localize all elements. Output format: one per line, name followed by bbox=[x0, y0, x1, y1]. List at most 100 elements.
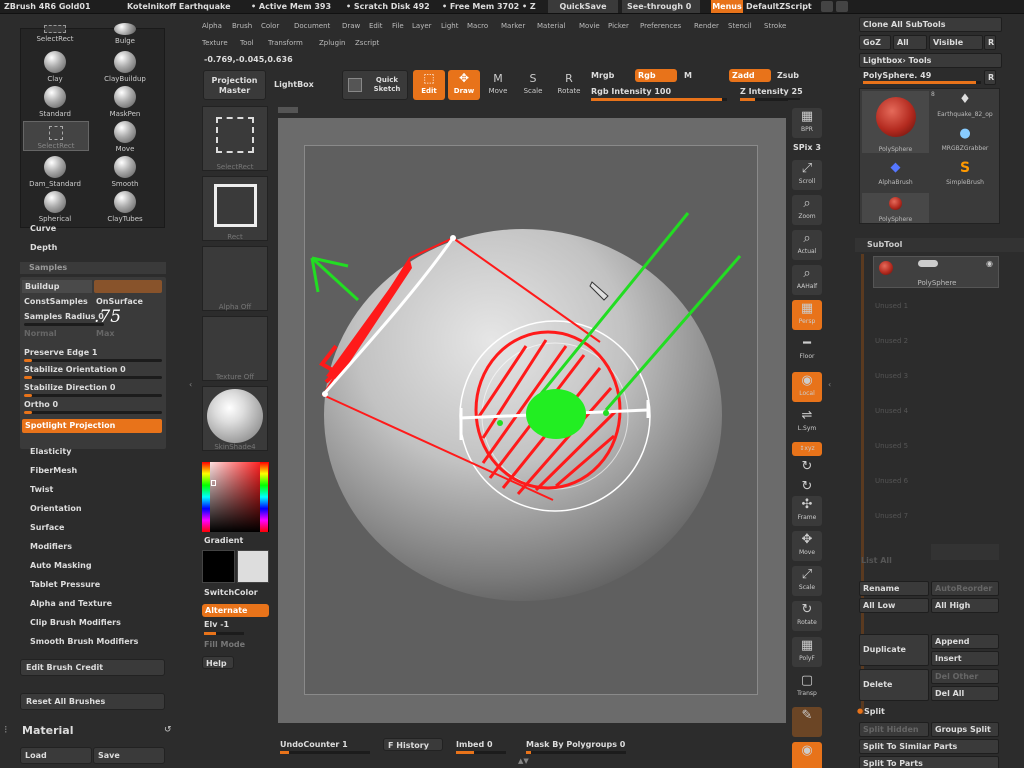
zoom-button[interactable]: ⌕ Zoom bbox=[792, 195, 822, 225]
subtool-unused-2[interactable]: Unused 2 bbox=[875, 337, 908, 345]
section-twist[interactable]: Twist bbox=[30, 485, 53, 494]
tool-thumb-alphabrush[interactable]: ◆ AlphaBrush bbox=[862, 159, 929, 189]
undo-counter-track[interactable] bbox=[280, 751, 370, 754]
rotate-mode-button[interactable]: R Rotate bbox=[554, 70, 584, 100]
eye-icon[interactable]: ◉ bbox=[986, 259, 993, 268]
menu-file[interactable]: File bbox=[392, 22, 404, 30]
spotlight-projection-button[interactable]: Spotlight Projection bbox=[22, 419, 162, 433]
clone-all-subtools-button[interactable]: Clone All SubTools bbox=[859, 17, 1002, 32]
edit-mode-button[interactable]: ⬚ Edit bbox=[413, 70, 445, 100]
section-modifiers[interactable]: Modifiers bbox=[30, 542, 72, 551]
local-button[interactable]: ◉ Local bbox=[792, 372, 822, 402]
menu-zplugin[interactable]: Zplugin bbox=[319, 39, 345, 47]
ghost-button[interactable]: ✎ bbox=[792, 707, 822, 737]
elv-slider[interactable]: Elv -1 bbox=[204, 620, 229, 629]
section-depth[interactable]: Depth bbox=[30, 243, 57, 252]
mask-polygroups-track[interactable] bbox=[526, 751, 626, 754]
stabilize-orientation-slider[interactable]: Stabilize Orientation 0 bbox=[24, 365, 126, 374]
quick-sketch-button[interactable]: Quick Sketch bbox=[342, 70, 408, 100]
split-hidden-button[interactable]: Split Hidden bbox=[859, 722, 929, 737]
switch-color-button[interactable]: SwitchColor bbox=[204, 588, 258, 597]
reset-all-brushes-button[interactable]: Reset All Brushes bbox=[20, 693, 165, 710]
rgb-intensity-track[interactable] bbox=[591, 98, 727, 101]
alternate-button[interactable]: Alternate bbox=[202, 604, 269, 617]
imbed-slider[interactable]: Imbed 0 bbox=[456, 740, 493, 749]
scale-mode-button[interactable]: S Scale bbox=[518, 70, 548, 100]
palette-popout-icon[interactable]: ↺ bbox=[164, 725, 172, 735]
subtool-unused-7[interactable]: Unused 7 bbox=[875, 512, 908, 520]
tool-thumb-polysphere-main[interactable]: PolySphere bbox=[862, 91, 929, 153]
section-alpha-texture[interactable]: Alpha and Texture bbox=[30, 599, 112, 608]
section-fibermesh[interactable]: FiberMesh bbox=[30, 466, 77, 475]
undo-counter-slider[interactable]: UndoCounter 1 bbox=[280, 740, 348, 749]
actual-button[interactable]: ⌕ Actual bbox=[792, 230, 822, 260]
minimize-icon[interactable] bbox=[821, 1, 833, 12]
section-auto-masking[interactable]: Auto Masking bbox=[30, 561, 92, 570]
xyz-rotation-button[interactable]: ↕xyz bbox=[792, 442, 822, 456]
buildup-button[interactable]: Buildup bbox=[22, 280, 92, 293]
stroke-thumb[interactable]: Rect bbox=[202, 176, 268, 241]
subtool-header[interactable]: SubTool bbox=[855, 238, 1024, 252]
aahalf-button[interactable]: ⌕ AAHalf bbox=[792, 265, 822, 295]
mrgb-button[interactable]: Mrgb bbox=[591, 71, 614, 80]
del-other-button[interactable]: Del Other bbox=[931, 669, 999, 684]
see-through-slider[interactable]: See-through 0 bbox=[622, 0, 700, 13]
material-load-button[interactable]: Load bbox=[20, 747, 92, 764]
canvas-scroll-handle[interactable] bbox=[278, 107, 298, 113]
subtool-unused-1[interactable]: Unused 1 bbox=[875, 302, 908, 310]
z-intensity-slider[interactable]: Z Intensity 25 bbox=[740, 87, 803, 96]
brush-clay[interactable]: Clay bbox=[25, 51, 85, 83]
z-rotation-button[interactable]: ↻ bbox=[792, 478, 822, 496]
stabilize-direction-slider[interactable]: Stabilize Direction 0 bbox=[24, 383, 115, 392]
current-tool-track[interactable] bbox=[863, 81, 981, 84]
brush-claytubes[interactable]: ClayTubes bbox=[95, 191, 155, 223]
preserve-edge-track[interactable] bbox=[24, 359, 162, 362]
menu-picker[interactable]: Picker bbox=[608, 22, 629, 30]
menu-brush[interactable]: Brush bbox=[232, 22, 252, 30]
frame-button[interactable]: ✣ Frame bbox=[792, 496, 822, 526]
menu-alpha[interactable]: Alpha bbox=[202, 22, 222, 30]
duplicate-button[interactable]: Duplicate bbox=[859, 634, 929, 666]
zsub-button[interactable]: Zsub bbox=[777, 71, 799, 80]
subtool-toggle-icon[interactable] bbox=[918, 260, 938, 267]
ortho-slider[interactable]: Ortho 0 bbox=[24, 400, 58, 409]
ortho-track[interactable] bbox=[24, 411, 162, 414]
tool-thumb-simplebrush[interactable]: S SimpleBrush bbox=[930, 159, 1000, 189]
default-zscript-button[interactable]: DefaultZScript bbox=[746, 2, 812, 11]
menu-render[interactable]: Render bbox=[694, 22, 719, 30]
help-button[interactable]: Help bbox=[202, 656, 234, 669]
goz-r-button[interactable]: R bbox=[984, 35, 996, 50]
constsamples-button[interactable]: ConstSamples bbox=[24, 297, 88, 306]
move-view-button[interactable]: ✥ Move bbox=[792, 531, 822, 561]
brush-smooth[interactable]: Smooth bbox=[95, 156, 155, 188]
section-smooth-brush-modifiers[interactable]: Smooth Brush Modifiers bbox=[30, 637, 138, 646]
section-surface[interactable]: Surface bbox=[30, 523, 64, 532]
right-tray-arrow-icon[interactable]: ‹ bbox=[828, 380, 831, 389]
gradient-label[interactable]: Gradient bbox=[204, 536, 243, 545]
menu-transform[interactable]: Transform bbox=[268, 39, 303, 47]
brush-move[interactable]: Move bbox=[95, 121, 155, 153]
insert-button[interactable]: Insert bbox=[931, 651, 999, 666]
selectrect-brush-thumb[interactable]: SelectRect bbox=[202, 106, 268, 171]
hue-strip-right[interactable] bbox=[260, 462, 268, 532]
material-palette-title[interactable]: Material bbox=[22, 724, 73, 737]
tool-r-button[interactable]: R bbox=[984, 70, 996, 85]
section-samples[interactable]: Samples bbox=[20, 262, 166, 274]
edit-brush-credit-button[interactable]: Edit Brush Credit bbox=[20, 659, 165, 676]
split-to-parts-button[interactable]: Split To Parts bbox=[859, 756, 999, 768]
samples-toggle[interactable] bbox=[94, 280, 162, 293]
brush-spherical[interactable]: Spherical bbox=[25, 191, 85, 223]
bpr-button[interactable]: ▦ BPR bbox=[792, 108, 822, 138]
scroll-button[interactable]: ⤢ Scroll bbox=[792, 160, 822, 190]
lightbox-button[interactable]: LightBox bbox=[274, 80, 314, 89]
move-mode-button[interactable]: M Move bbox=[483, 70, 513, 100]
subtool-unused-4[interactable]: Unused 4 bbox=[875, 407, 908, 415]
tool-thumb-polysphere-small[interactable]: PolySphere bbox=[862, 193, 929, 223]
zadd-button[interactable]: Zadd bbox=[729, 69, 771, 82]
left-tray-arrow-icon[interactable]: ‹ bbox=[189, 380, 192, 389]
mask-by-polygroups-slider[interactable]: Mask By Polygroups 0 bbox=[526, 740, 625, 749]
brush-bulge[interactable]: Bulge bbox=[95, 23, 155, 45]
fill-mode-slider[interactable]: Fill Mode bbox=[204, 640, 245, 649]
alpha-thumb[interactable]: Alpha Off bbox=[202, 246, 268, 311]
lightbox-tools-button[interactable]: Lightbox› Tools bbox=[859, 53, 1002, 68]
